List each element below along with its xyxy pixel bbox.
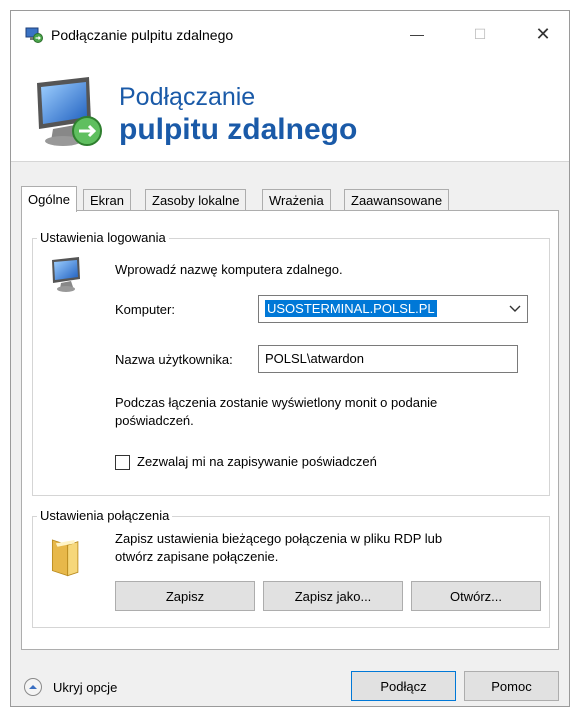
username-field[interactable]: POLSL\atwardon — [258, 345, 518, 373]
credentials-note-line1: Podczas łączenia zostanie wyświetlony mo… — [115, 395, 438, 410]
computer-combobox[interactable]: USOSTERMINAL.POLSL.PL — [258, 295, 528, 323]
remote-desktop-monitor-icon — [37, 77, 102, 146]
hide-options-label: Ukryj opcje — [53, 679, 118, 695]
connection-description: Zapisz ustawienia bieżącego połączenia w… — [115, 530, 442, 566]
tab-advanced[interactable]: Zaawansowane — [344, 189, 450, 211]
header-banner: Podłączanie pulpitu zdalnego — [11, 53, 569, 162]
maximize-icon: ☐ — [473, 25, 487, 42]
save-credentials-checkbox[interactable] — [115, 455, 130, 470]
remote-desktop-app-icon — [25, 27, 43, 43]
username-label: Nazwa użytkownika: — [115, 352, 233, 367]
remote-desktop-window: Podłączanie pulpitu zdalnego — ☐ ✕ Podłą… — [10, 10, 570, 707]
credentials-note: Podczas łączenia zostanie wyświetlony mo… — [115, 394, 437, 430]
connection-description-line2: otwórz zapisane połączenie. — [115, 549, 279, 564]
tab-experience[interactable]: Wrażenia — [262, 189, 331, 211]
close-button[interactable]: ✕ — [521, 19, 565, 49]
close-icon: ✕ — [535, 23, 551, 44]
open-button[interactable]: Otwórz... — [411, 581, 541, 611]
computer-value: USOSTERMINAL.POLSL.PL — [265, 300, 437, 317]
login-settings-group: Ustawienia logowania Wprowadź nazwę komp… — [32, 230, 550, 496]
save-credentials-label[interactable]: Zezwalaj mi na zapisywanie poświadczeń — [137, 454, 377, 469]
computer-name-prompt: Wprowadź nazwę komputera zdalnego. — [115, 262, 343, 277]
computer-label: Komputer: — [115, 302, 175, 317]
banner-title-line2: pulpitu zdalnego — [119, 113, 358, 146]
chevron-up-circle-icon — [24, 678, 42, 696]
save-as-button[interactable]: Zapisz jako... — [263, 581, 403, 611]
tab-general[interactable]: Ogólne — [21, 186, 77, 212]
connection-settings-title: Ustawienia połączenia — [37, 508, 173, 523]
login-settings-title: Ustawienia logowania — [37, 230, 169, 245]
computer-icon — [52, 257, 80, 292]
minimize-icon: — — [410, 26, 424, 42]
tab-display[interactable]: Ekran — [83, 189, 131, 211]
maximize-button[interactable]: ☐ — [458, 19, 502, 49]
minimize-button[interactable]: — — [395, 19, 439, 49]
credentials-note-line2: poświadczeń. — [115, 413, 194, 428]
folder-icon — [51, 539, 79, 577]
save-button[interactable]: Zapisz — [115, 581, 255, 611]
connection-settings-group: Ustawienia połączenia Zapisz ustawienia … — [32, 508, 550, 628]
banner-title-line1: Podłączanie — [119, 83, 256, 111]
title-bar[interactable]: Podłączanie pulpitu zdalnego — ☐ ✕ — [11, 11, 569, 53]
tab-panel-general: Ustawienia logowania Wprowadź nazwę komp… — [21, 210, 559, 650]
hide-options-toggle[interactable]: Ukryj opcje — [23, 676, 117, 698]
chevron-down-icon[interactable] — [509, 298, 521, 329]
help-button[interactable]: Pomoc — [464, 671, 559, 701]
connection-description-line1: Zapisz ustawienia bieżącego połączenia w… — [115, 531, 443, 546]
tab-local-resources[interactable]: Zasoby lokalne — [145, 189, 247, 211]
connect-button[interactable]: Podłącz — [351, 671, 456, 701]
window-title: Podłączanie pulpitu zdalnego — [51, 27, 234, 43]
